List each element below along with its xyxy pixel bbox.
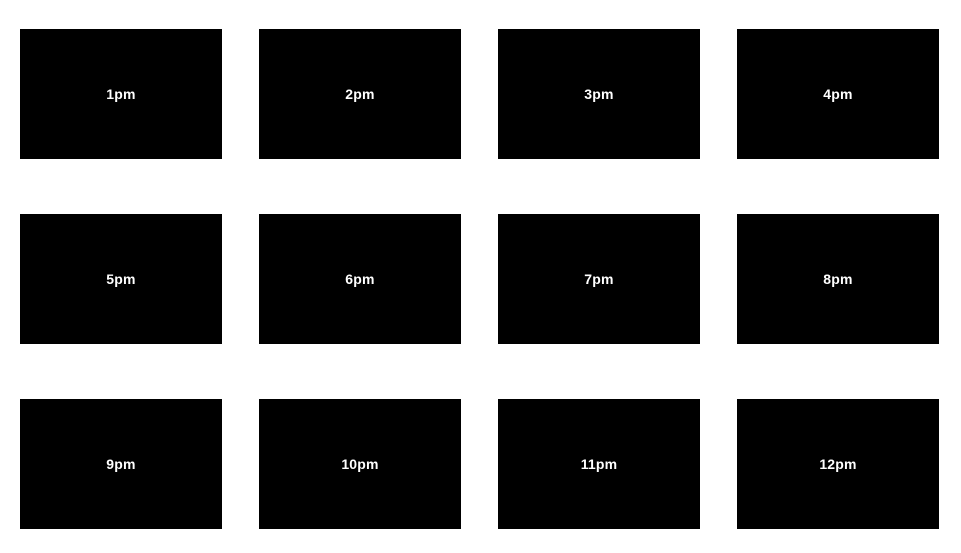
time-slot-label: 1pm — [106, 86, 136, 102]
time-slot-tile[interactable]: 4pm — [737, 29, 939, 159]
time-slot-tile[interactable]: 7pm — [498, 214, 700, 344]
time-slot-label: 6pm — [345, 271, 375, 287]
time-slot-tile[interactable]: 2pm — [259, 29, 461, 159]
time-slot-label: 10pm — [341, 456, 379, 472]
time-slot-label: 11pm — [580, 456, 618, 472]
time-slot-label: 3pm — [584, 86, 614, 102]
time-slot-tile[interactable]: 6pm — [259, 214, 461, 344]
time-slot-label: 8pm — [823, 271, 853, 287]
time-slot-tile[interactable]: 11pm — [498, 399, 700, 529]
time-slot-tile[interactable]: 10pm — [259, 399, 461, 529]
time-slot-label: 9pm — [106, 456, 136, 472]
time-slot-tile[interactable]: 3pm — [498, 29, 700, 159]
time-slot-tile[interactable]: 1pm — [20, 29, 222, 159]
time-slot-label: 4pm — [823, 86, 853, 102]
time-slot-tile[interactable]: 9pm — [20, 399, 222, 529]
time-slot-tile[interactable]: 5pm — [20, 214, 222, 344]
time-slot-tile[interactable]: 12pm — [737, 399, 939, 529]
time-slot-label: 5pm — [106, 271, 136, 287]
time-slot-grid: 1pm 2pm 3pm 4pm 5pm 6pm 7pm 8pm 9pm 10pm… — [0, 0, 961, 553]
time-slot-tile[interactable]: 8pm — [737, 214, 939, 344]
time-slot-label: 12pm — [819, 456, 857, 472]
time-slot-label: 2pm — [345, 86, 375, 102]
time-slot-label: 7pm — [584, 271, 614, 287]
